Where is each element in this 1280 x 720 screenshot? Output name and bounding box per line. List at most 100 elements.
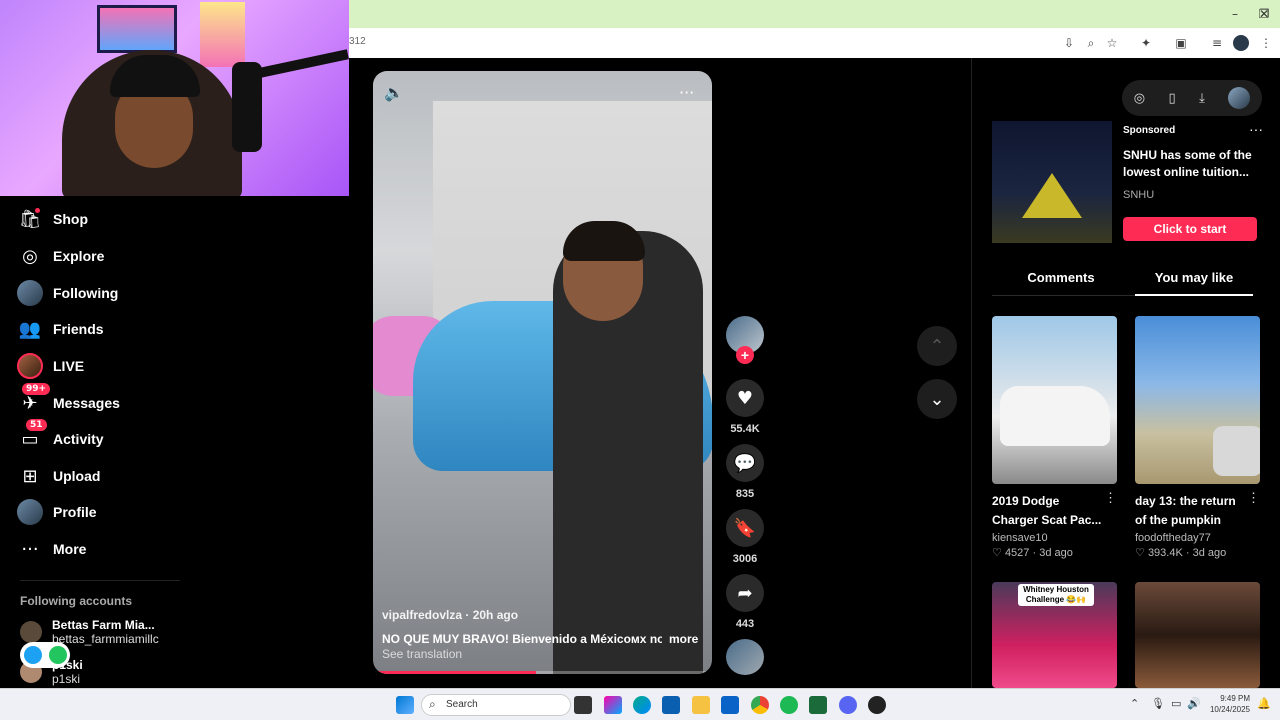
sidebar-item-more[interactable]: ··· More (16, 534, 86, 564)
download-icon[interactable]: ⤓ (1199, 91, 1205, 106)
comment-icon: 💬 (733, 452, 757, 474)
card-title[interactable]: day 13: the return of the pumpkin (1135, 492, 1247, 530)
save-button[interactable]: 🔖 (726, 509, 764, 547)
taskbar-clock[interactable]: 9:49 PM 10/24/2025 (1205, 693, 1250, 715)
sidebar-item-friends[interactable]: 👥 Friends (16, 314, 104, 344)
chrome-icon[interactable] (751, 696, 769, 714)
file-explorer-icon[interactable] (692, 696, 710, 714)
following-accounts-title: Following accounts (20, 594, 133, 608)
excel-icon[interactable] (809, 696, 827, 714)
previous-video-button[interactable]: ⌃ (917, 326, 957, 366)
video-player[interactable]: 🔈 ··· vipalfredovlza · 20h ago NO QUE MU… (373, 71, 712, 674)
profile-avatar (16, 498, 44, 526)
see-translation-link[interactable]: See translation (382, 647, 462, 661)
floating-widget[interactable] (20, 642, 70, 668)
sidebar-item-label: More (53, 541, 87, 557)
recommended-video-card[interactable]: Whitney Houston Challenge 😂🙌 (992, 582, 1117, 688)
ad-options-icon[interactable]: ··· (1249, 121, 1263, 137)
windows-start-icon[interactable] (396, 696, 414, 714)
sidebar-item-activity[interactable]: ▭ 51 Activity (16, 419, 104, 454)
share-arrow-icon: ➦ (737, 582, 753, 604)
card-title[interactable]: 2019 Dodge Charger Scat Pac... (992, 492, 1104, 530)
minimize-button[interactable]: – (1220, 4, 1250, 24)
discord-icon[interactable] (839, 696, 857, 714)
sidebar-item-live[interactable]: LIVE (16, 351, 84, 381)
music-disc-avatar[interactable] (726, 639, 764, 675)
zoom-icon[interactable]: ⌕ (1083, 35, 1099, 51)
wall-poster (200, 2, 245, 67)
recommended-video-card[interactable]: day 13: the return of the pumpkin ⋮ food… (1135, 316, 1260, 559)
taskbar-search[interactable]: ⌕ Search (421, 694, 571, 716)
user-avatar[interactable] (1228, 87, 1251, 109)
app-icon[interactable] (868, 696, 886, 714)
comment-button[interactable]: 💬 (726, 444, 764, 482)
copilot-icon[interactable] (604, 696, 622, 714)
video-options-icon[interactable]: ··· (679, 83, 694, 102)
search-icon: ⌕ (429, 697, 436, 711)
card-age: 3d ago (1192, 547, 1227, 559)
taskbar: ⌕ Search ⌃ 🎙 ▭ 🔊 9:49 PM 10/24/2025 🔔 (0, 688, 1280, 720)
browser-menu-icon[interactable]: ⋮ (1258, 35, 1274, 51)
sidebar-item-following[interactable]: Following (16, 278, 118, 308)
install-app-icon[interactable]: ⇩ (1061, 35, 1077, 51)
browser-profile-avatar[interactable] (1233, 35, 1249, 51)
sidebar-item-label: Upload (53, 468, 101, 484)
sidebar-item-upload[interactable]: ⊞ Upload (16, 461, 100, 491)
sidebar-item-explore[interactable]: ◎ Explore (16, 241, 104, 271)
notification-icon[interactable]: 🔔 (1257, 697, 1271, 710)
ad-thumbnail[interactable] (992, 121, 1112, 243)
video-author[interactable]: vipalfredovlza · 20h ago (382, 608, 518, 622)
caption-more-link[interactable]: more (669, 632, 698, 646)
card-options-icon[interactable]: ⋮ (1104, 490, 1117, 506)
share-button[interactable]: ➦ (726, 574, 764, 612)
extensions-icon[interactable]: ✦ (1138, 35, 1154, 51)
sidebar-item-shop[interactable]: 🛍 Shop (16, 204, 88, 234)
tab-you-may-like[interactable]: You may like (1135, 270, 1253, 285)
media-icon[interactable]: ▣ (1173, 35, 1189, 51)
comment-count: 835 (735, 488, 755, 500)
reading-list-icon[interactable]: ≡ (1209, 35, 1225, 51)
power-icon[interactable] (48, 646, 67, 664)
volume-icon[interactable]: 🔈 (384, 83, 404, 102)
video-username[interactable]: vipalfredovlza (382, 608, 462, 622)
recommended-video-card[interactable] (1135, 582, 1260, 688)
address-bar[interactable]: 312 ⇩ ⌕ ☆ ✦ ▣ ≡ ⋮ (349, 28, 1280, 58)
spotify-icon[interactable] (780, 696, 798, 714)
microphone (232, 62, 262, 152)
card-options-icon[interactable]: ⋮ (1247, 490, 1260, 506)
compass-icon[interactable]: ◎ (1134, 91, 1145, 106)
like-button[interactable]: ♥ (726, 379, 764, 417)
sponsored-ad[interactable]: Sponsored ··· SNHU has some of the lowes… (992, 121, 1263, 243)
live-avatar (16, 352, 44, 380)
task-view-icon[interactable] (574, 696, 592, 714)
video-thumbnail[interactable] (1135, 582, 1260, 688)
phone-icon[interactable]: ▯ (1169, 91, 1176, 106)
sidebar-item-label: Activity (53, 431, 104, 447)
store-icon[interactable] (662, 696, 680, 714)
edge-icon[interactable] (633, 696, 651, 714)
video-thumbnail[interactable] (1135, 316, 1260, 484)
microphone-icon[interactable]: 🎙 (1151, 697, 1165, 710)
follow-plus-icon[interactable]: + (736, 346, 754, 364)
volume-icon[interactable]: 🔊 (1187, 697, 1201, 710)
close-button[interactable]: ✕ (1249, 4, 1279, 24)
account-name: Bettas Farm Mia... (52, 618, 155, 632)
ad-cta-button[interactable]: Click to start (1123, 217, 1257, 241)
bookmark-star-icon[interactable]: ☆ (1104, 35, 1120, 51)
tab-comments[interactable]: Comments (1002, 270, 1120, 285)
card-username[interactable]: foodoftheday77 (1135, 532, 1260, 544)
video-thumbnail[interactable] (992, 316, 1117, 484)
network-icon[interactable]: ▭ (1171, 697, 1181, 710)
sidebar-item-messages[interactable]: ✈ 99+ Messages (16, 383, 120, 418)
recommended-video-card[interactable]: 2019 Dodge Charger Scat Pac... ⋮ kiensav… (992, 316, 1117, 559)
tray-chevron-icon[interactable]: ⌃ (1130, 697, 1139, 710)
outlook-icon[interactable] (721, 696, 739, 714)
bookmark-icon: 🔖 (733, 517, 757, 539)
ad-title[interactable]: SNHU has some of the lowest online tuiti… (1123, 147, 1263, 181)
card-username[interactable]: kiensave10 (992, 532, 1117, 544)
sidebar-item-label: Explore (53, 248, 105, 264)
next-video-button[interactable]: ⌄ (917, 379, 957, 419)
video-progress-bar[interactable] (373, 671, 712, 674)
sidebar-item-profile[interactable]: Profile (16, 497, 97, 527)
video-thumbnail[interactable]: Whitney Houston Challenge 😂🙌 (992, 582, 1117, 688)
